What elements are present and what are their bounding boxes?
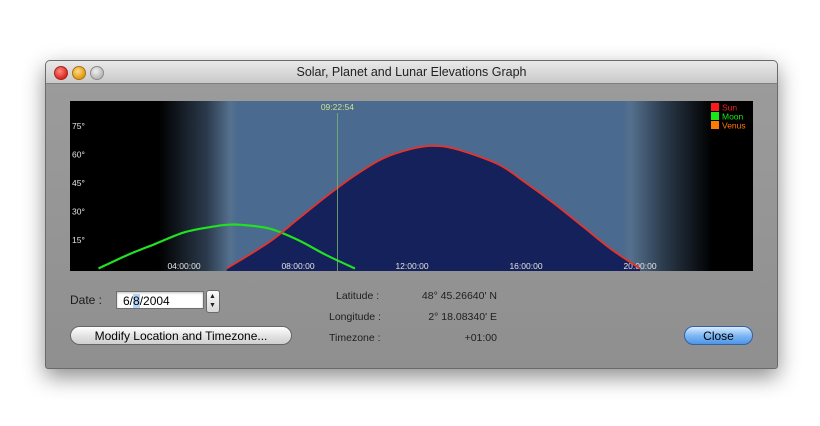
date-year[interactable]: /2004 — [140, 294, 170, 308]
y-tick-label: 60° — [72, 150, 85, 160]
latitude-label: Latitude : — [336, 290, 380, 302]
date-day-selected[interactable]: 8 — [133, 294, 140, 308]
timezone-label: Timezone : — [329, 332, 381, 344]
elevation-graph: 75° 60° 45° 30° 15° 04:00:00 08:00:00 12:00:00 1… — [70, 101, 753, 271]
longitude-value: 2° 18.08340' E — [428, 311, 497, 323]
legend-swatch-moon — [711, 112, 719, 120]
legend-label-venus: Venus — [722, 121, 746, 131]
graph-window: Solar, Planet and Lunar Elevations Graph… — [45, 60, 778, 369]
y-tick-label: 75° — [72, 121, 85, 131]
y-tick-label: 15° — [72, 235, 85, 245]
close-button[interactable]: Close — [684, 326, 753, 345]
stepper-up-icon[interactable]: ▲ — [209, 293, 216, 300]
y-tick-label: 30° — [72, 207, 85, 217]
legend-swatch-venus — [711, 121, 719, 129]
current-time-label: 09:22:54 — [321, 102, 354, 112]
date-stepper[interactable]: ▲ ▼ — [206, 290, 220, 313]
x-tick-label: 20:00:00 — [623, 261, 656, 271]
date-field[interactable]: 6/8/2004 — [116, 291, 204, 309]
x-tick-label: 16:00:00 — [509, 261, 542, 271]
date-month[interactable]: 6/ — [123, 294, 133, 308]
modify-location-button[interactable]: Modify Location and Timezone... — [70, 326, 292, 345]
y-tick-label: 45° — [72, 178, 85, 188]
date-label: Date : — [70, 293, 103, 307]
x-tick-label: 12:00:00 — [395, 261, 428, 271]
stepper-down-icon[interactable]: ▼ — [209, 302, 216, 309]
latitude-value: 48° 45.26640' N — [421, 290, 497, 302]
title-bar[interactable]: Solar, Planet and Lunar Elevations Graph — [46, 61, 777, 84]
legend-swatch-sun — [711, 103, 719, 111]
timezone-value: +01:00 — [464, 332, 497, 344]
x-tick-label: 08:00:00 — [281, 261, 314, 271]
x-tick-label: 04:00:00 — [167, 261, 200, 271]
elevation-chart: 75° 60° 45° 30° 15° 04:00:00 08:00:00 12:00:00 1… — [70, 101, 753, 271]
longitude-label: Longitude : — [329, 311, 381, 323]
window-title: Solar, Planet and Lunar Elevations Graph — [296, 65, 527, 79]
